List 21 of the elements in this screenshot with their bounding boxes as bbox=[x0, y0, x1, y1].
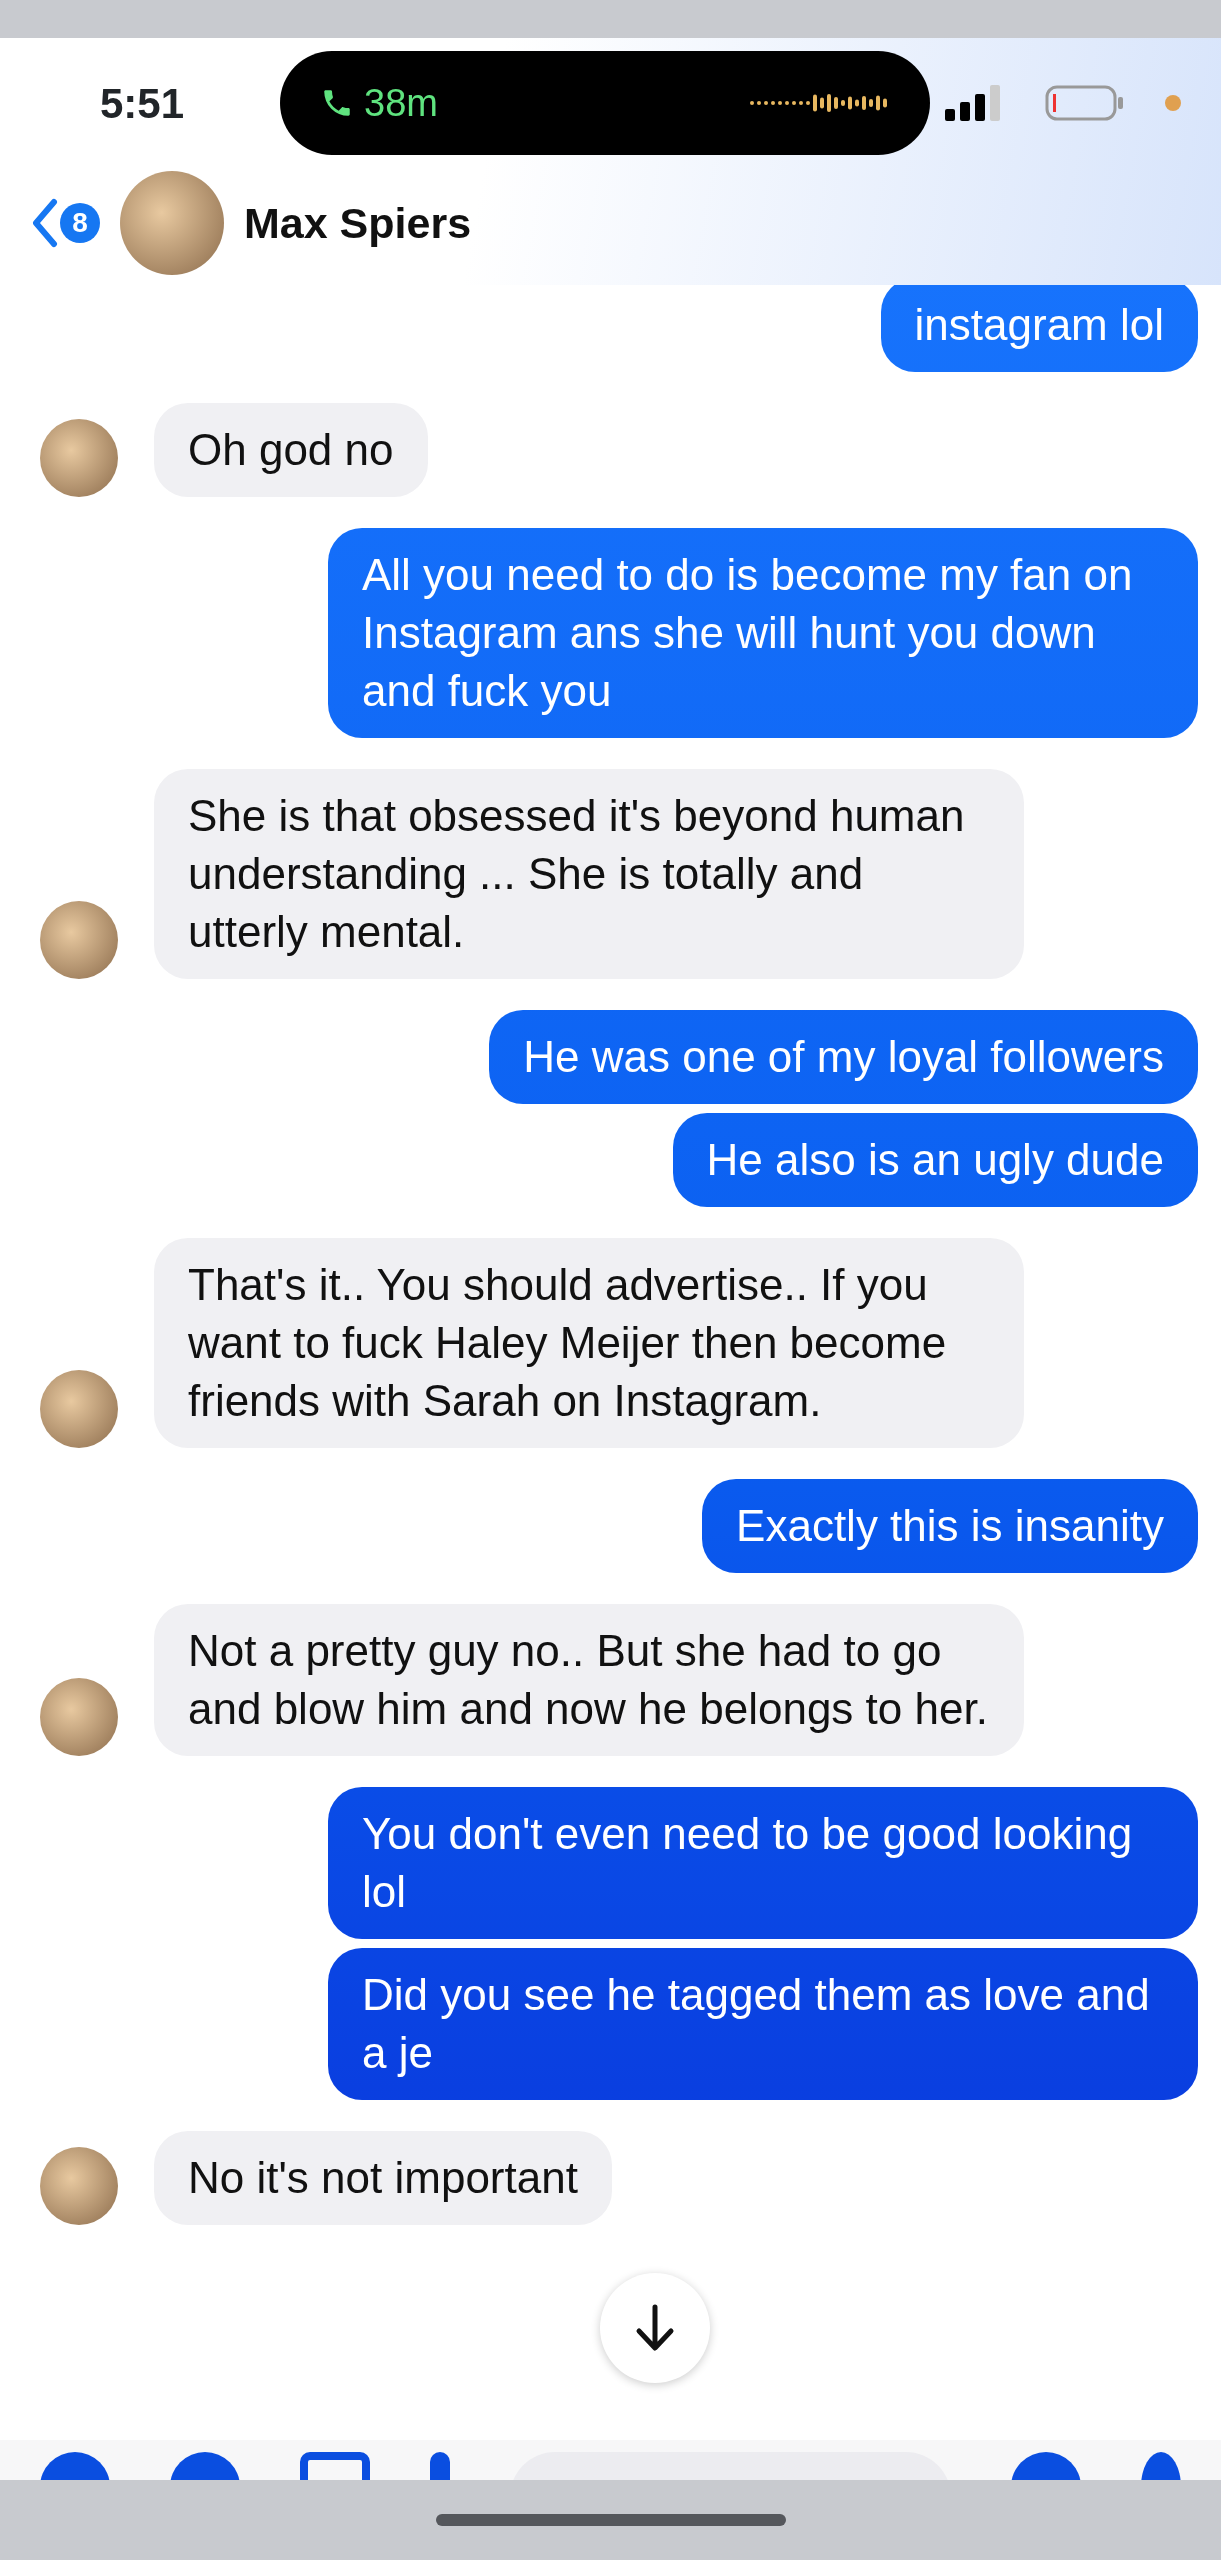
sent-message: He was one of my loyal followers bbox=[489, 1010, 1198, 1104]
sent-message: He also is an ugly dude bbox=[672, 1113, 1198, 1207]
received-message: No it's not important bbox=[154, 2131, 612, 2225]
unread-count: 8 bbox=[60, 203, 100, 243]
call-duration: 38m bbox=[364, 80, 438, 126]
back-button[interactable]: 8 bbox=[30, 198, 100, 248]
received-message: She is that obsessed it's beyond human understanding ... She is totally and utterly mental. bbox=[154, 769, 1024, 979]
contact-name[interactable]: Max Spiers bbox=[244, 190, 472, 256]
sent-message: All you need to do is become my fan on Instagram ans she will hunt you down and fuck you bbox=[328, 528, 1198, 738]
sent-message: You don't even need to be good looking lol bbox=[328, 1787, 1198, 1939]
privacy-dot-icon bbox=[1165, 95, 1181, 111]
back-chevron-icon bbox=[30, 198, 58, 248]
sent-message: Exactly this is insanity bbox=[702, 1479, 1198, 1573]
sent-message: Did you see he tagged them as love and a je bbox=[328, 1948, 1198, 2100]
received-message: Not a pretty guy no.. But she had to go and blow him and now he belongs to her. bbox=[154, 1604, 1024, 1756]
clock-time: 5:51 bbox=[100, 78, 186, 129]
received-message: That's it.. You should advertise.. If you want to fuck Haley Meijer then become friends with Sarah on Instagram. bbox=[154, 1238, 1024, 1448]
scroll-down-button[interactable] bbox=[600, 2273, 710, 2383]
received-message: Oh god no bbox=[154, 403, 428, 497]
audio-wave-icon bbox=[750, 91, 890, 115]
battery-icon bbox=[1045, 85, 1125, 121]
